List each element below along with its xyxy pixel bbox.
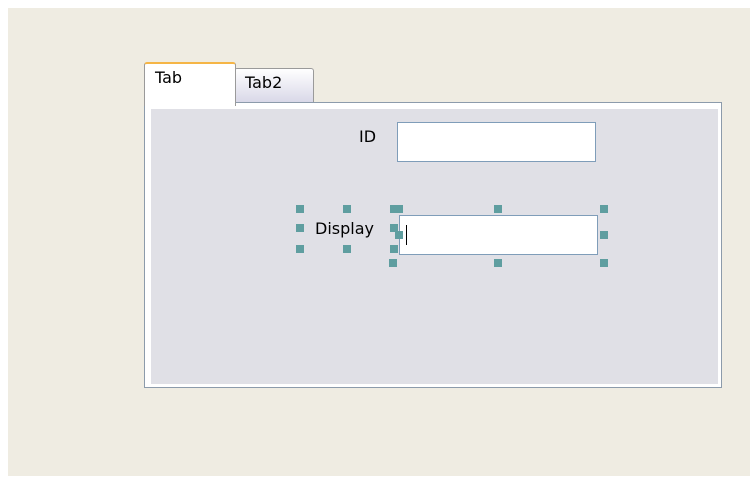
label-handle-bottom-left[interactable] bbox=[296, 245, 304, 253]
display-label[interactable]: Display bbox=[315, 220, 374, 238]
id-input[interactable] bbox=[397, 122, 596, 162]
input-handle-bottom-right[interactable] bbox=[600, 259, 608, 267]
display-input[interactable] bbox=[399, 215, 598, 255]
label-handle-bottom-right[interactable] bbox=[390, 245, 398, 253]
input-handle-bottom-left[interactable] bbox=[389, 259, 397, 267]
tab-tab2[interactable]: Tab2 bbox=[234, 68, 314, 102]
tab-tab[interactable]: Tab bbox=[144, 62, 236, 106]
input-handle-bottom-center[interactable] bbox=[494, 259, 502, 267]
id-label: ID bbox=[359, 127, 377, 146]
label-handle-bottom-center[interactable] bbox=[343, 245, 351, 253]
label-handle-top-center[interactable] bbox=[343, 205, 351, 213]
text-caret-icon bbox=[406, 225, 407, 245]
input-handle-middle-right[interactable] bbox=[600, 231, 608, 239]
label-handle-top-left[interactable] bbox=[296, 205, 304, 213]
input-handle-middle-left[interactable] bbox=[395, 231, 403, 239]
input-handle-top-left[interactable] bbox=[395, 205, 403, 213]
input-handle-top-right[interactable] bbox=[600, 205, 608, 213]
label-handle-middle-left[interactable] bbox=[296, 224, 304, 232]
input-handle-top-center[interactable] bbox=[494, 205, 502, 213]
